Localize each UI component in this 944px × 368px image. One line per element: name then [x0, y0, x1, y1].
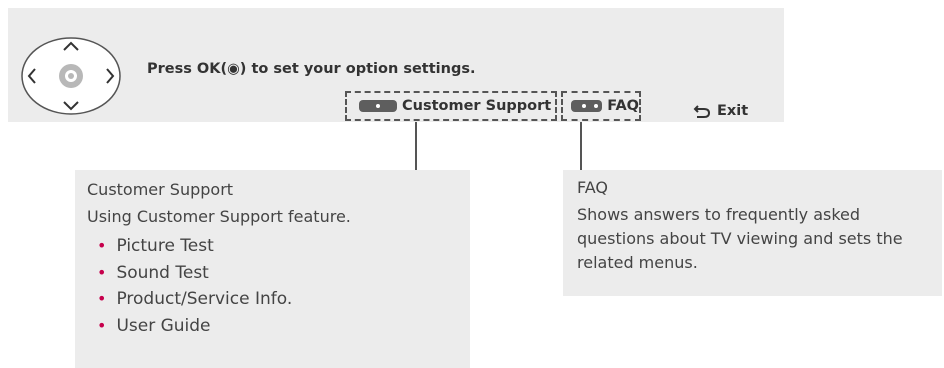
list-item: • Sound Test: [97, 262, 209, 283]
list-item: • Product/Service Info.: [97, 289, 293, 309]
exit-label: Exit: [717, 103, 749, 119]
customer-support-button[interactable]: Customer Support: [345, 91, 557, 121]
remote-key-icon: [571, 100, 603, 112]
return-arrow-icon: [693, 105, 711, 118]
connector-line: [580, 122, 582, 170]
faq-label: FAQ: [607, 98, 639, 114]
callout-title: FAQ: [577, 178, 608, 197]
callout-title: Customer Support: [87, 180, 234, 199]
customer-support-label: Customer Support: [402, 98, 552, 114]
customer-support-callout: Customer Support Using Customer Support …: [75, 170, 470, 368]
list-item: • Picture Test: [97, 236, 214, 256]
navigation-wheel-icon: [20, 36, 122, 116]
callout-description: Using Customer Support feature.: [87, 207, 351, 226]
connector-line: [415, 122, 417, 170]
feature-list: • Picture Test • Sound Test • Product/Servi…: [87, 233, 470, 339]
instruction-text: Press OK(◉) to set your option settings.: [147, 61, 476, 77]
exit-button[interactable]: Exit: [693, 103, 748, 119]
faq-button[interactable]: FAQ: [561, 91, 641, 121]
remote-key-icon: [359, 100, 397, 112]
callout-description: Shows answers to frequently asked questi…: [577, 205, 903, 272]
list-item: • User Guide: [97, 315, 211, 336]
faq-callout: FAQ Shows answers to frequently asked qu…: [563, 170, 942, 296]
